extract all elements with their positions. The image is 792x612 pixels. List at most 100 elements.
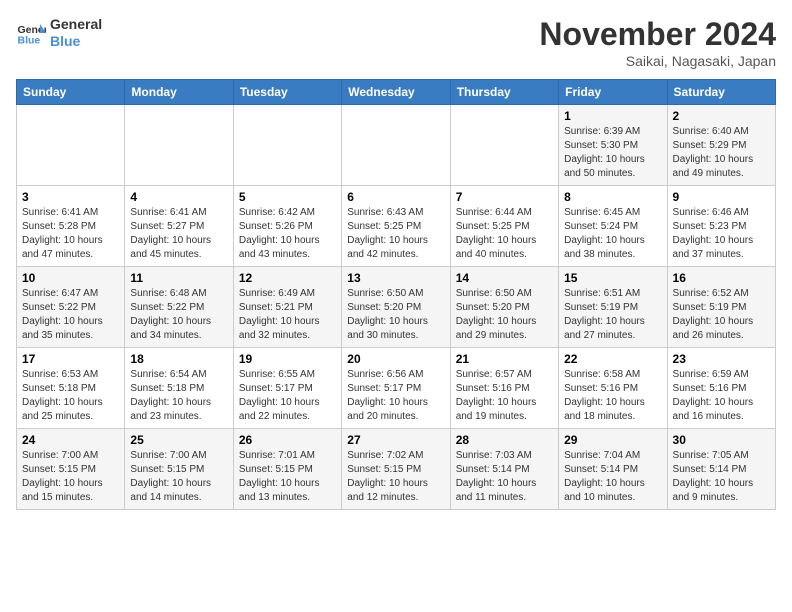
day-info: Sunrise: 6:53 AM Sunset: 5:18 PM Dayligh…	[22, 368, 119, 424]
day-number: 17	[22, 352, 119, 366]
day-number: 24	[22, 433, 119, 447]
calendar-table: SundayMondayTuesdayWednesdayThursdayFrid…	[16, 79, 776, 510]
day-cell: 28 Sunrise: 7:03 AM Sunset: 5:14 PM Dayli…	[450, 429, 558, 510]
day-info: Sunrise: 7:04 AM Sunset: 5:14 PM Dayligh…	[564, 449, 661, 505]
day-number: 27	[347, 433, 444, 447]
day-info: Sunrise: 6:40 AM Sunset: 5:29 PM Dayligh…	[673, 125, 770, 181]
day-number: 29	[564, 433, 661, 447]
day-cell: 21 Sunrise: 6:57 AM Sunset: 5:16 PM Dayli…	[450, 348, 558, 429]
day-info: Sunrise: 6:50 AM Sunset: 5:20 PM Dayligh…	[347, 287, 444, 343]
day-info: Sunrise: 6:44 AM Sunset: 5:25 PM Dayligh…	[456, 206, 553, 262]
day-info: Sunrise: 6:55 AM Sunset: 5:17 PM Dayligh…	[239, 368, 336, 424]
day-info: Sunrise: 6:54 AM Sunset: 5:18 PM Dayligh…	[130, 368, 227, 424]
day-cell	[342, 105, 450, 186]
calendar-body: 1 Sunrise: 6:39 AM Sunset: 5:30 PM Daylig…	[17, 105, 776, 510]
day-info: Sunrise: 6:42 AM Sunset: 5:26 PM Dayligh…	[239, 206, 336, 262]
logo: General Blue General Blue	[16, 16, 102, 50]
header-row: SundayMondayTuesdayWednesdayThursdayFrid…	[17, 80, 776, 105]
day-cell: 20Sunrise: 6:56 AM Sunset: 5:17 PM Dayli…	[342, 348, 450, 429]
day-cell: 5 Sunrise: 6:42 AM Sunset: 5:26 PM Daylig…	[233, 186, 341, 267]
day-number: 8	[564, 190, 661, 204]
page-header: General Blue General Blue November 2024 …	[16, 16, 776, 69]
day-cell: 9Sunrise: 6:46 AM Sunset: 5:23 PM Daylig…	[667, 186, 775, 267]
day-number: 22	[564, 352, 661, 366]
day-number: 28	[456, 433, 553, 447]
week-row-4: 17 Sunrise: 6:53 AM Sunset: 5:18 PM Dayli…	[17, 348, 776, 429]
day-number: 11	[130, 271, 227, 285]
day-cell	[125, 105, 233, 186]
day-info: Sunrise: 6:50 AM Sunset: 5:20 PM Dayligh…	[456, 287, 553, 343]
header-day-thursday: Thursday	[450, 80, 558, 105]
day-info: Sunrise: 6:43 AM Sunset: 5:25 PM Dayligh…	[347, 206, 444, 262]
day-cell: 17 Sunrise: 6:53 AM Sunset: 5:18 PM Dayli…	[17, 348, 125, 429]
day-cell: 4 Sunrise: 6:41 AM Sunset: 5:27 PM Daylig…	[125, 186, 233, 267]
week-row-5: 24 Sunrise: 7:00 AM Sunset: 5:15 PM Dayli…	[17, 429, 776, 510]
day-number: 5	[239, 190, 336, 204]
day-info: Sunrise: 6:45 AM Sunset: 5:24 PM Dayligh…	[564, 206, 661, 262]
header-day-tuesday: Tuesday	[233, 80, 341, 105]
day-number: 30	[673, 433, 770, 447]
day-number: 16	[673, 271, 770, 285]
day-info: Sunrise: 6:39 AM Sunset: 5:30 PM Dayligh…	[564, 125, 661, 181]
week-row-2: 3Sunrise: 6:41 AM Sunset: 5:28 PM Daylig…	[17, 186, 776, 267]
day-cell: 10 Sunrise: 6:47 AM Sunset: 5:22 PM Dayli…	[17, 267, 125, 348]
day-number: 19	[239, 352, 336, 366]
svg-text:Blue: Blue	[18, 34, 41, 46]
day-cell: 25Sunrise: 7:00 AM Sunset: 5:15 PM Dayli…	[125, 429, 233, 510]
day-info: Sunrise: 7:00 AM Sunset: 5:15 PM Dayligh…	[22, 449, 119, 505]
day-info: Sunrise: 6:59 AM Sunset: 5:16 PM Dayligh…	[673, 368, 770, 424]
week-row-1: 1 Sunrise: 6:39 AM Sunset: 5:30 PM Daylig…	[17, 105, 776, 186]
logo-line1: General	[50, 16, 102, 33]
day-cell: 22 Sunrise: 6:58 AM Sunset: 5:16 PM Dayli…	[559, 348, 667, 429]
day-cell: 8 Sunrise: 6:45 AM Sunset: 5:24 PM Daylig…	[559, 186, 667, 267]
day-number: 13	[347, 271, 444, 285]
header-day-sunday: Sunday	[17, 80, 125, 105]
day-info: Sunrise: 6:56 AM Sunset: 5:17 PM Dayligh…	[347, 368, 444, 424]
calendar-header: SundayMondayTuesdayWednesdayThursdayFrid…	[17, 80, 776, 105]
day-info: Sunrise: 7:03 AM Sunset: 5:14 PM Dayligh…	[456, 449, 553, 505]
day-number: 12	[239, 271, 336, 285]
day-number: 14	[456, 271, 553, 285]
day-cell: 11 Sunrise: 6:48 AM Sunset: 5:22 PM Dayli…	[125, 267, 233, 348]
day-number: 15	[564, 271, 661, 285]
day-number: 25	[130, 433, 227, 447]
day-number: 18	[130, 352, 227, 366]
day-cell: 12 Sunrise: 6:49 AM Sunset: 5:21 PM Dayli…	[233, 267, 341, 348]
day-cell: 6 Sunrise: 6:43 AM Sunset: 5:25 PM Daylig…	[342, 186, 450, 267]
header-day-friday: Friday	[559, 80, 667, 105]
day-number: 1	[564, 109, 661, 123]
day-cell	[233, 105, 341, 186]
day-cell: 29 Sunrise: 7:04 AM Sunset: 5:14 PM Dayli…	[559, 429, 667, 510]
day-number: 7	[456, 190, 553, 204]
day-info: Sunrise: 6:57 AM Sunset: 5:16 PM Dayligh…	[456, 368, 553, 424]
day-number: 2	[673, 109, 770, 123]
day-number: 10	[22, 271, 119, 285]
day-cell: 26Sunrise: 7:01 AM Sunset: 5:15 PM Dayli…	[233, 429, 341, 510]
logo-line2: Blue	[50, 33, 102, 50]
day-cell: 14 Sunrise: 6:50 AM Sunset: 5:20 PM Dayli…	[450, 267, 558, 348]
day-info: Sunrise: 6:49 AM Sunset: 5:21 PM Dayligh…	[239, 287, 336, 343]
day-cell: 24 Sunrise: 7:00 AM Sunset: 5:15 PM Dayli…	[17, 429, 125, 510]
day-info: Sunrise: 7:02 AM Sunset: 5:15 PM Dayligh…	[347, 449, 444, 505]
day-cell: 16Sunrise: 6:52 AM Sunset: 5:19 PM Dayli…	[667, 267, 775, 348]
day-cell: 15 Sunrise: 6:51 AM Sunset: 5:19 PM Dayli…	[559, 267, 667, 348]
day-info: Sunrise: 6:47 AM Sunset: 5:22 PM Dayligh…	[22, 287, 119, 343]
header-day-saturday: Saturday	[667, 80, 775, 105]
day-number: 4	[130, 190, 227, 204]
day-info: Sunrise: 6:51 AM Sunset: 5:19 PM Dayligh…	[564, 287, 661, 343]
day-cell: 7 Sunrise: 6:44 AM Sunset: 5:25 PM Daylig…	[450, 186, 558, 267]
day-number: 6	[347, 190, 444, 204]
day-cell: 30Sunrise: 7:05 AM Sunset: 5:14 PM Dayli…	[667, 429, 775, 510]
day-number: 23	[673, 352, 770, 366]
day-info: Sunrise: 6:41 AM Sunset: 5:27 PM Dayligh…	[130, 206, 227, 262]
day-cell: 2 Sunrise: 6:40 AM Sunset: 5:29 PM Daylig…	[667, 105, 775, 186]
day-cell	[17, 105, 125, 186]
location-subtitle: Saikai, Nagasaki, Japan	[539, 53, 776, 69]
day-info: Sunrise: 6:41 AM Sunset: 5:28 PM Dayligh…	[22, 206, 119, 262]
month-title: November 2024	[539, 16, 776, 53]
day-number: 21	[456, 352, 553, 366]
day-info: Sunrise: 6:48 AM Sunset: 5:22 PM Dayligh…	[130, 287, 227, 343]
day-cell: 18 Sunrise: 6:54 AM Sunset: 5:18 PM Dayli…	[125, 348, 233, 429]
title-block: November 2024 Saikai, Nagasaki, Japan	[539, 16, 776, 69]
day-info: Sunrise: 6:58 AM Sunset: 5:16 PM Dayligh…	[564, 368, 661, 424]
